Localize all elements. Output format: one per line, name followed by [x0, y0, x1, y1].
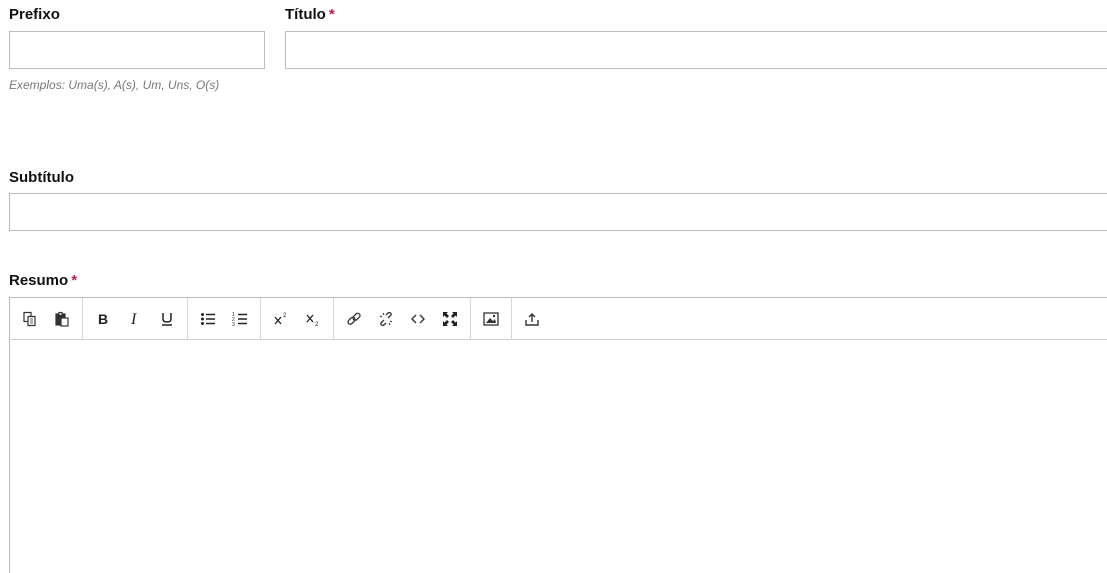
svg-text:B: B: [98, 311, 108, 327]
bold-button[interactable]: B: [87, 302, 119, 336]
fullscreen-icon: [443, 311, 457, 326]
toolbar-group-script: 2 2: [261, 298, 334, 339]
toolbar-group-lists: 1 2 3: [188, 298, 261, 339]
prefix-label: Prefixo: [9, 6, 60, 23]
bullet-list-button[interactable]: [192, 302, 224, 336]
bullet-list-icon: [201, 312, 215, 325]
prefix-hint: Exemplos: Uma(s), A(s), Um, Uns, O(s): [9, 78, 220, 92]
numbered-list-button[interactable]: 1 2 3: [224, 302, 256, 336]
underline-button[interactable]: [151, 302, 183, 336]
upload-button[interactable]: [516, 302, 548, 336]
subscript-icon: 2: [306, 314, 319, 327]
submission-form: Prefixo Exemplos: Uma(s), A(s), Um, Uns,…: [0, 0, 1107, 573]
image-icon: [483, 311, 499, 326]
upload-icon: [525, 312, 539, 326]
toolbar-group-upload: [512, 298, 552, 339]
fullscreen-button[interactable]: [434, 302, 466, 336]
abstract-editor-area[interactable]: [10, 340, 1107, 573]
superscript-button[interactable]: 2: [265, 302, 297, 336]
abstract-rich-text-editor: B I 1 2 3 2 2: [9, 297, 1107, 573]
required-marker: *: [328, 6, 335, 23]
prefix-input[interactable]: [9, 31, 265, 69]
image-button[interactable]: [475, 302, 507, 336]
abstract-label: Resumo *: [9, 272, 78, 289]
unlink-button[interactable]: [370, 302, 402, 336]
unlink-icon: [379, 311, 393, 326]
paste-icon: [55, 311, 69, 327]
bold-icon: B: [98, 311, 108, 327]
svg-text:I: I: [130, 311, 137, 327]
svg-text:3: 3: [232, 322, 235, 327]
code-button[interactable]: [402, 302, 434, 336]
underline-icon: [162, 312, 172, 326]
numbered-list-icon: 1 2 3: [232, 312, 247, 327]
required-marker: *: [71, 272, 78, 289]
subscript-button[interactable]: 2: [297, 302, 329, 336]
subtitle-input[interactable]: [9, 193, 1107, 231]
svg-text:2: 2: [283, 313, 287, 319]
toolbar-group-clipboard: [10, 298, 83, 339]
title-label: Título *: [285, 6, 335, 23]
superscript-icon: 2: [274, 313, 287, 324]
copy-icon: [23, 311, 36, 326]
link-icon: [347, 312, 361, 325]
italic-icon: I: [130, 311, 137, 327]
code-icon: [411, 314, 425, 323]
subtitle-label: Subtítulo: [9, 169, 74, 186]
paste-button[interactable]: [46, 302, 78, 336]
toolbar-group-media: [471, 298, 512, 339]
italic-button[interactable]: I: [119, 302, 151, 336]
copy-button[interactable]: [14, 302, 46, 336]
svg-text:2: 2: [315, 322, 319, 327]
editor-toolbar: B I 1 2 3 2 2: [10, 298, 1107, 340]
link-button[interactable]: [338, 302, 370, 336]
toolbar-group-insert: [334, 298, 471, 339]
toolbar-group-format: B I: [83, 298, 188, 339]
title-input[interactable]: [285, 31, 1107, 69]
